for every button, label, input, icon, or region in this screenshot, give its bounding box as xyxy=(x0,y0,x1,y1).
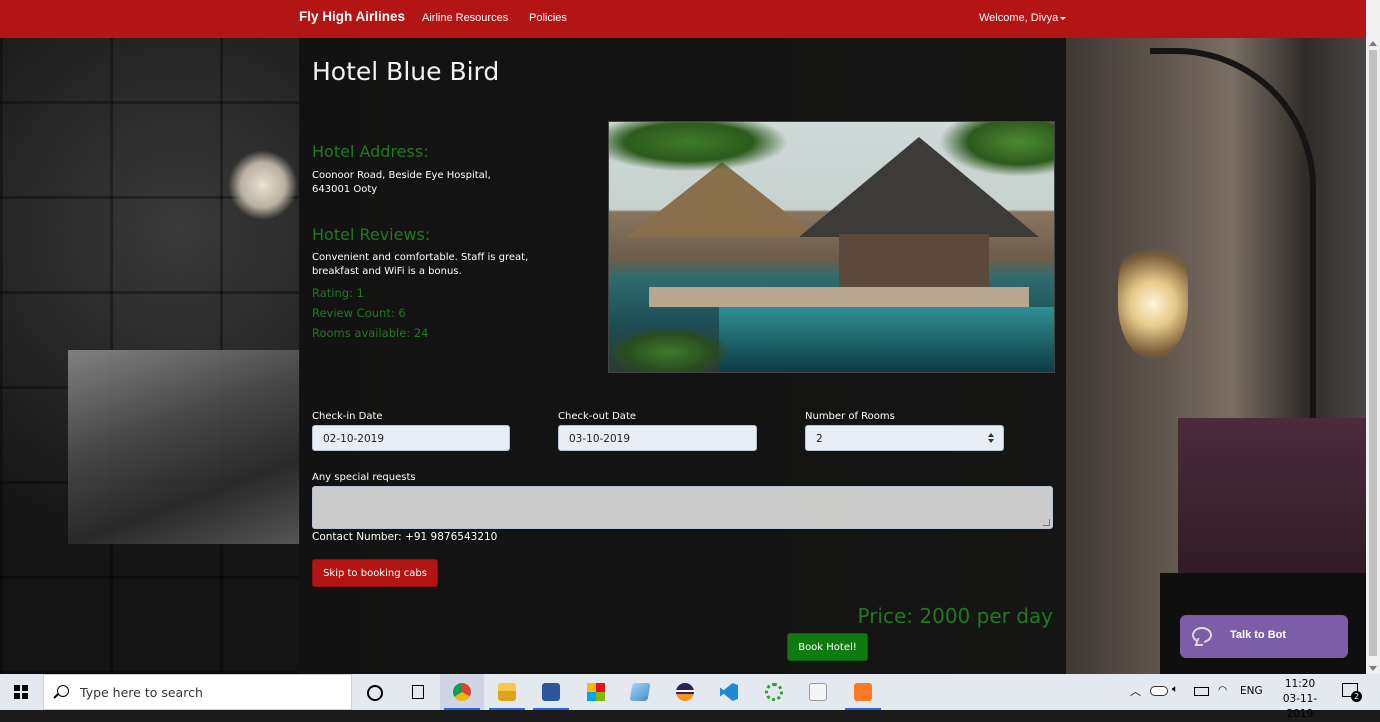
review-line-2: breakfast and WiFi is a bonus. xyxy=(312,266,462,277)
rooms-label: Number of Rooms xyxy=(805,411,895,422)
checkin-label: Check-in Date xyxy=(312,411,383,422)
user-menu[interactable]: Welcome, Divya xyxy=(979,12,1067,24)
navbar: Fly High Airlines Airline Resources Poli… xyxy=(0,0,1366,38)
stepper-arrows-icon[interactable] xyxy=(988,433,994,445)
file-explorer-icon[interactable] xyxy=(485,674,529,710)
notification-count: 2 xyxy=(1351,691,1362,702)
address-line-1: Coonoor Road, Beside Eye Hospital, xyxy=(312,170,491,181)
chrome-icon[interactable] xyxy=(440,674,484,710)
hotel-title: Hotel Blue Bird xyxy=(312,57,500,86)
system-clock[interactable]: 11:20 03-11-2019 xyxy=(1270,677,1330,722)
reviews-heading: Hotel Reviews: xyxy=(312,225,431,244)
hotel-photo xyxy=(608,121,1055,373)
address-line-2: 643001 Ooty xyxy=(312,184,378,195)
welcome-label: Welcome, Divya xyxy=(979,12,1059,24)
resize-grip-icon[interactable] xyxy=(1043,519,1050,526)
clock-date: 03-11-2019 xyxy=(1282,693,1318,720)
word-icon[interactable] xyxy=(529,674,573,710)
address-heading: Hotel Address: xyxy=(312,142,429,161)
notification-center-icon[interactable]: 2 xyxy=(1342,683,1362,702)
requests-label: Any special requests xyxy=(312,472,416,483)
rooms-available: Rooms available: 24 xyxy=(312,326,429,340)
checkout-date-input[interactable]: 03-10-2019 xyxy=(558,425,757,451)
windows-taskbar: Type here to search ︿ 🔈︎ ◠ ENG 11:20 03-… xyxy=(0,674,1380,720)
eclipse-icon[interactable] xyxy=(663,674,707,710)
lamp-shade xyxy=(1118,238,1188,358)
app-grid-icon[interactable] xyxy=(574,674,618,710)
document-icon[interactable] xyxy=(796,674,840,710)
checkin-date-input[interactable]: 02-10-2019 xyxy=(312,425,510,451)
bush xyxy=(609,327,729,372)
deck xyxy=(649,287,1029,307)
flower-vase xyxy=(228,150,298,220)
search-placeholder: Type here to search xyxy=(80,685,203,700)
rooms-value: 2 xyxy=(816,433,823,445)
book-hotel-button[interactable]: Book Hotel! xyxy=(787,633,868,661)
scrollbar[interactable] xyxy=(1366,38,1380,674)
task-view-icon[interactable] xyxy=(396,674,440,710)
skip-to-cabs-button[interactable]: Skip to booking cabs xyxy=(312,559,438,587)
mirror xyxy=(68,350,300,544)
cortana-icon[interactable] xyxy=(352,674,396,710)
contact-number: Contact Number: +91 9876543210 xyxy=(312,531,498,543)
notepad-icon[interactable] xyxy=(618,674,662,710)
taskbar-search-box[interactable]: Type here to search xyxy=(43,674,352,710)
scrollbar-cap xyxy=(1366,0,1380,38)
clock-time: 11:20 xyxy=(1284,678,1316,690)
thatched-roof xyxy=(627,162,817,237)
price: Price: 2000 per day xyxy=(857,604,1053,628)
windows-logo-icon xyxy=(14,685,28,699)
special-requests-textarea[interactable] xyxy=(312,486,1053,529)
rating: Rating: 1 xyxy=(312,286,364,300)
search-icon xyxy=(57,685,69,697)
xampp-icon[interactable] xyxy=(841,674,885,710)
caret-down-icon xyxy=(1060,16,1067,20)
cloud-icon[interactable] xyxy=(1150,686,1168,696)
bed xyxy=(1178,418,1366,578)
talk-to-bot-button[interactable]: Talk to Bot xyxy=(1180,615,1348,658)
battery-icon[interactable] xyxy=(1194,687,1209,696)
scroll-down-arrow-icon[interactable] xyxy=(1369,666,1377,671)
talk-to-bot-label: Talk to Bot xyxy=(1230,629,1287,641)
nav-policies[interactable]: Policies xyxy=(529,12,567,24)
brand-link[interactable]: Fly High Airlines xyxy=(299,9,405,24)
review-line-1: Convenient and comfortable. Staff is gre… xyxy=(312,252,529,263)
vscode-icon[interactable] xyxy=(707,674,751,710)
hotel-detail-panel: Hotel Blue Bird Hotel Address: Coonoor R… xyxy=(299,38,1066,674)
scroll-thumb[interactable] xyxy=(1369,50,1377,656)
rooms-number-input[interactable]: 2 xyxy=(805,425,1004,451)
start-button[interactable] xyxy=(0,674,43,710)
review-count: Review Count: 6 xyxy=(312,306,406,320)
language-indicator[interactable]: ENG xyxy=(1240,685,1263,697)
chevron-up-icon[interactable]: ︿ xyxy=(1130,683,1141,699)
wifi-icon[interactable]: ◠ xyxy=(1218,684,1227,696)
green-app-icon[interactable] xyxy=(752,674,796,710)
checkout-label: Check-out Date xyxy=(558,411,637,422)
nav-airline-resources[interactable]: Airline Resources xyxy=(422,12,508,24)
scroll-up-arrow-icon[interactable] xyxy=(1369,41,1377,46)
chat-bubble-icon xyxy=(1192,627,1212,643)
pool xyxy=(719,307,1054,372)
volume-icon[interactable]: 🔈︎ xyxy=(1172,683,1178,696)
